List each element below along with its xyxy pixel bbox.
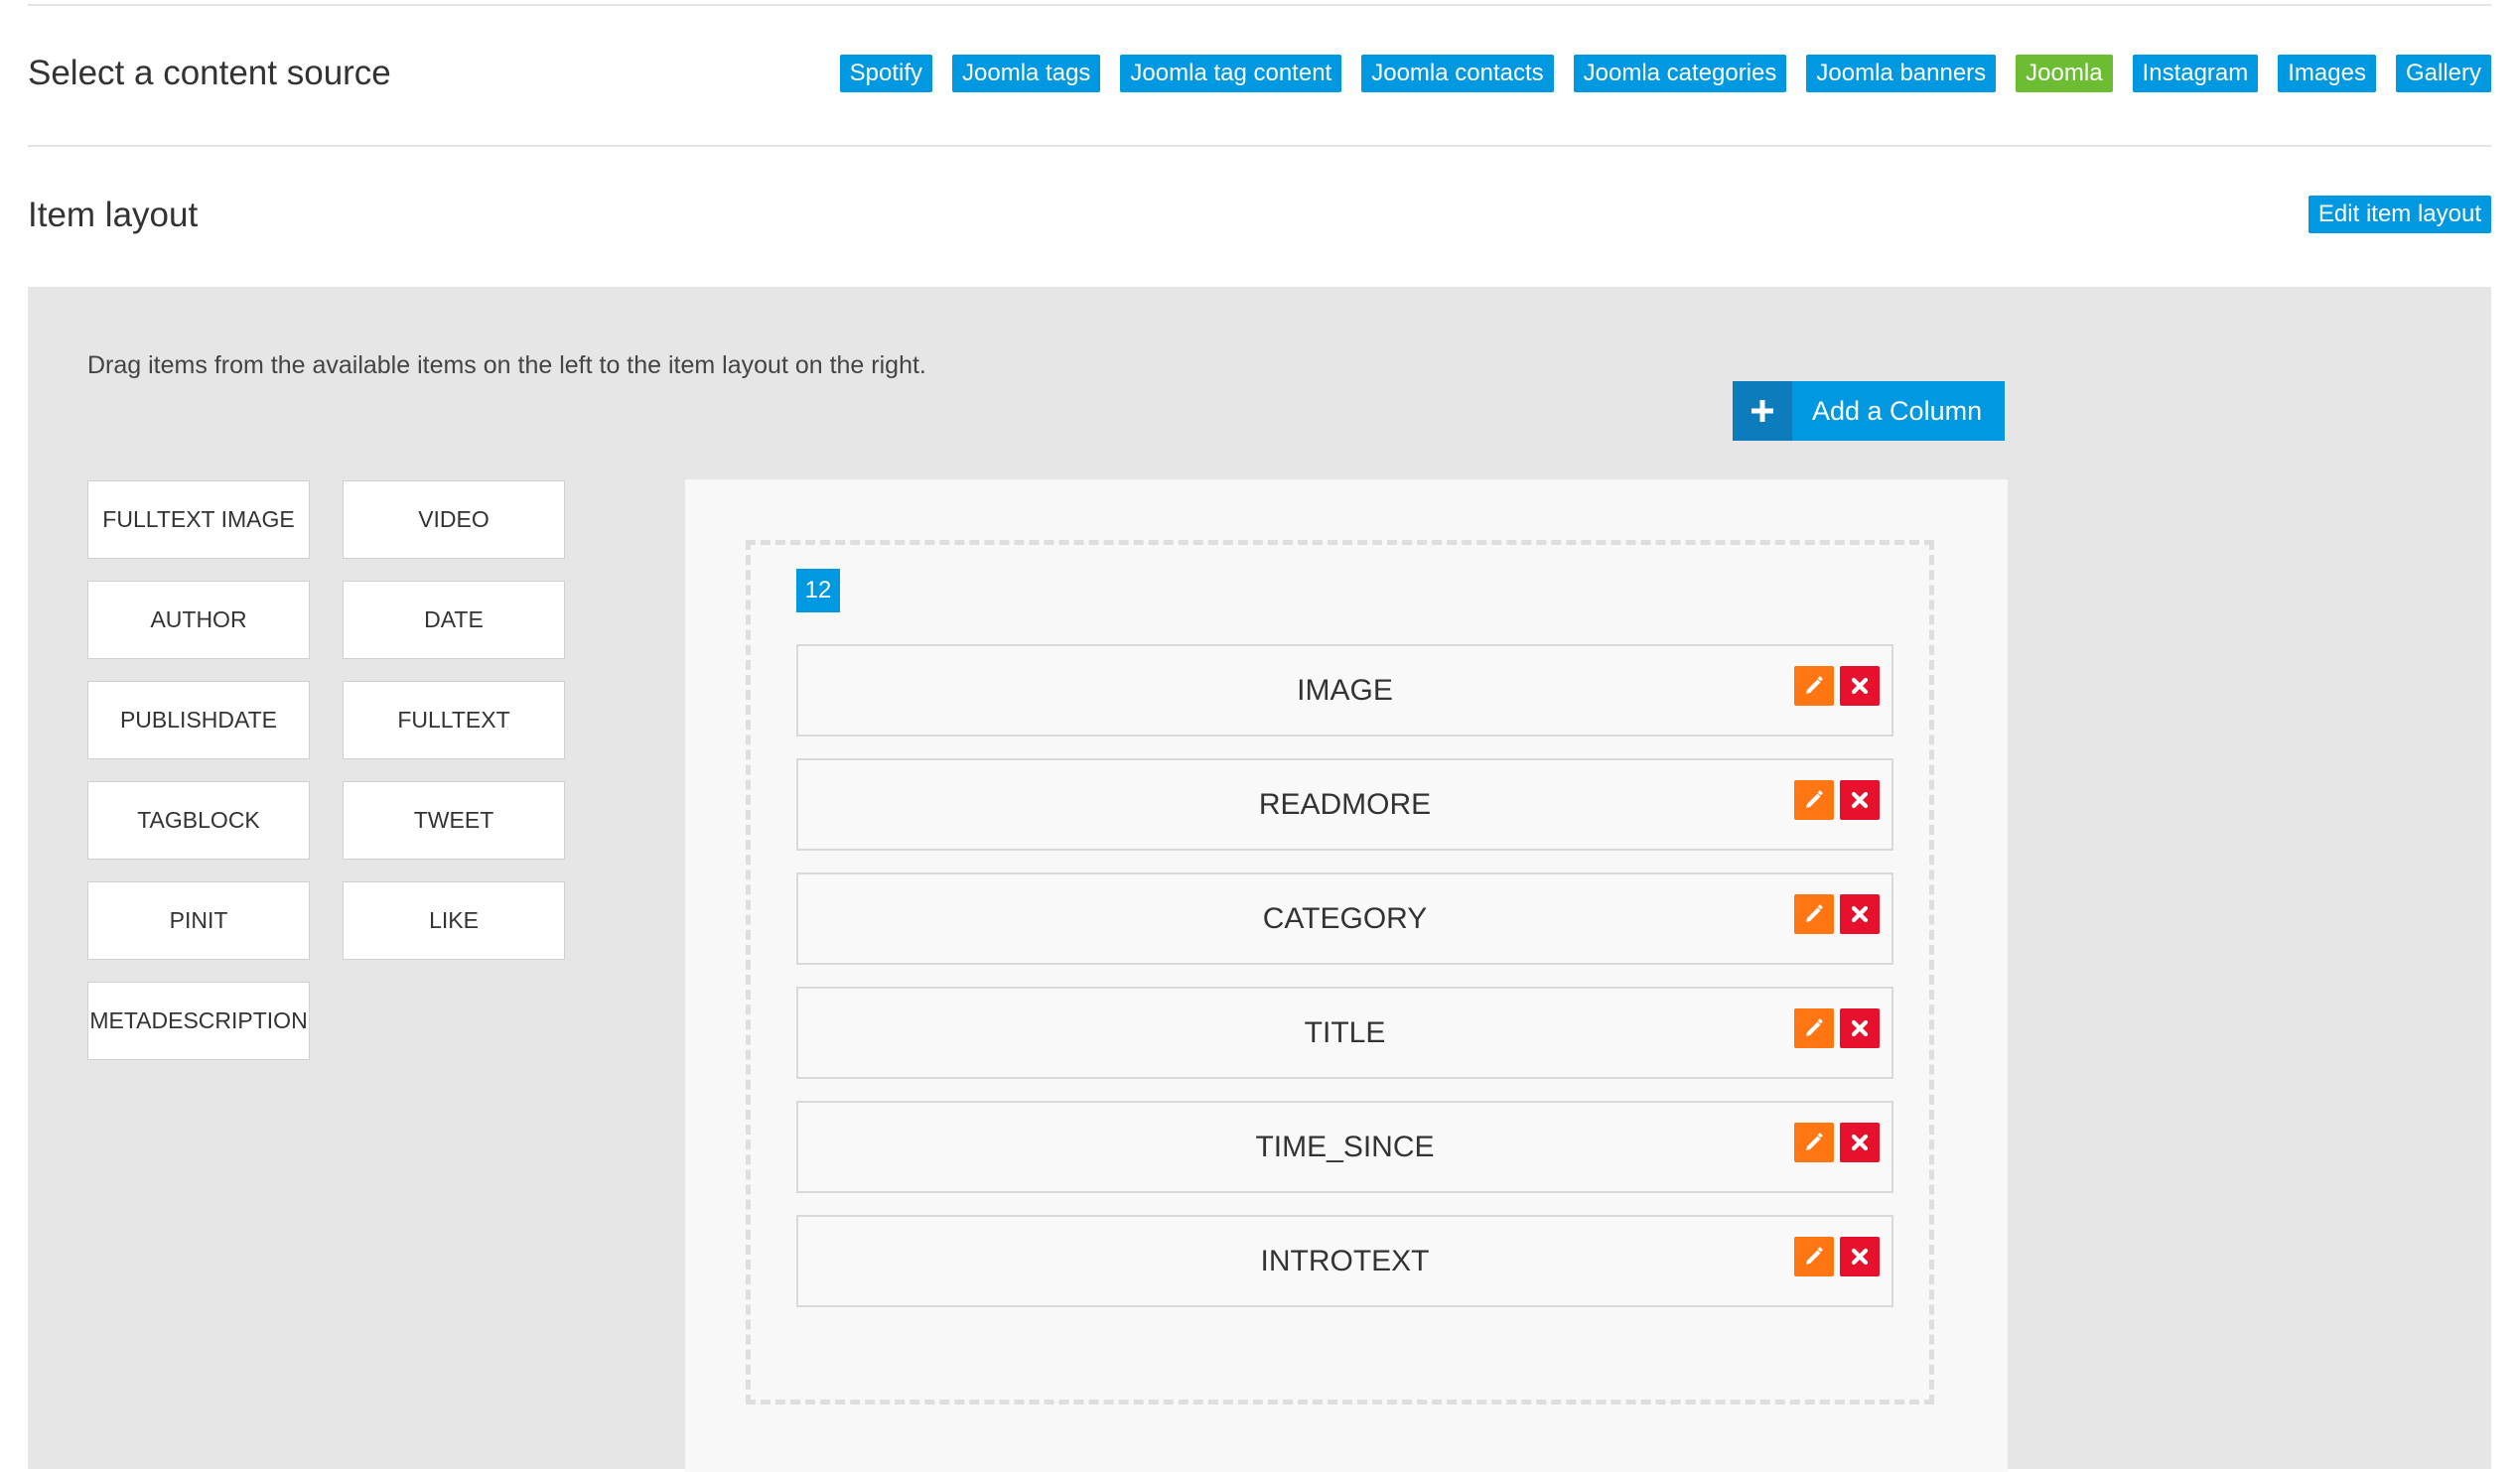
- close-icon[interactable]: [1840, 1008, 1880, 1048]
- source-instagram[interactable]: Instagram: [2132, 55, 2259, 92]
- add-column-button[interactable]: Add a Column: [1733, 381, 2006, 441]
- layout-item-introtext[interactable]: INTROTEXT: [796, 1215, 1893, 1307]
- content-source-title: Select a content source: [28, 54, 391, 92]
- layout-item-label: INTROTEXT: [1260, 1245, 1430, 1277]
- layout-item-title[interactable]: TITLE: [796, 987, 1893, 1079]
- available-item-fulltext-image[interactable]: FULLTEXT IMAGE: [87, 480, 310, 559]
- pencil-icon[interactable]: [1794, 1123, 1834, 1162]
- available-item-tweet[interactable]: TWEET: [343, 781, 565, 860]
- item-layout-title: Item layout: [28, 196, 199, 234]
- source-joomla-categories[interactable]: Joomla categories: [1573, 55, 1787, 92]
- source-joomla-tags[interactable]: Joomla tags: [952, 55, 1101, 92]
- add-column-label: Add a Column: [1792, 381, 2006, 441]
- pencil-icon[interactable]: [1794, 780, 1834, 820]
- available-item-pinit[interactable]: PINIT: [87, 881, 310, 960]
- plus-icon: [1733, 381, 1792, 441]
- layout-item-label: TITLE: [1304, 1016, 1386, 1049]
- source-gallery[interactable]: Gallery: [2395, 55, 2491, 92]
- layout-item-image[interactable]: IMAGE: [796, 644, 1893, 736]
- layout-item-label: CATEGORY: [1262, 902, 1428, 935]
- layout-item-label: IMAGE: [1297, 674, 1393, 707]
- available-item-like[interactable]: LIKE: [343, 881, 565, 960]
- help-text: Drag items from the available items on t…: [87, 351, 926, 379]
- pencil-icon[interactable]: [1794, 1008, 1834, 1048]
- edit-item-layout-button[interactable]: Edit item layout: [2308, 196, 2491, 233]
- source-images[interactable]: Images: [2278, 55, 2376, 92]
- source-joomla[interactable]: Joomla: [2016, 55, 2113, 92]
- close-icon[interactable]: [1840, 1123, 1880, 1162]
- column-size-badge[interactable]: 12: [796, 569, 840, 612]
- source-spotify[interactable]: Spotify: [839, 55, 933, 92]
- close-icon[interactable]: [1840, 780, 1880, 820]
- layout-column[interactable]: 12 IMAGE READMORE CATEGORY TITLE TIME_SINCE I…: [746, 540, 1934, 1405]
- content-source-list: Spotify Joomla tags Joomla tag content Joom…: [839, 55, 2491, 92]
- layout-item-time-since[interactable]: TIME_SINCE: [796, 1101, 1893, 1193]
- layout-item-category[interactable]: CATEGORY: [796, 872, 1893, 965]
- item-layout-canvas: 12 IMAGE READMORE CATEGORY TITLE TIME_SINCE I…: [685, 479, 2008, 1472]
- layout-item-label: TIME_SINCE: [1255, 1131, 1435, 1163]
- pencil-icon[interactable]: [1794, 1237, 1834, 1276]
- source-joomla-banners[interactable]: Joomla banners: [1806, 55, 1997, 92]
- pencil-icon[interactable]: [1794, 666, 1834, 706]
- source-joomla-tag-content[interactable]: Joomla tag content: [1120, 55, 1342, 92]
- available-item-publishdate[interactable]: PUBLISHDATE: [87, 681, 310, 759]
- pencil-icon[interactable]: [1794, 894, 1834, 934]
- layout-item-label: READMORE: [1258, 788, 1432, 821]
- available-item-author[interactable]: AUTHOR: [87, 581, 310, 659]
- available-item-video[interactable]: VIDEO: [343, 480, 565, 559]
- layout-editor-panel: Drag items from the available items on t…: [28, 287, 2491, 1472]
- close-icon[interactable]: [1840, 1237, 1880, 1276]
- layout-item-readmore[interactable]: READMORE: [796, 758, 1893, 851]
- available-item-date[interactable]: DATE: [343, 581, 565, 659]
- close-icon[interactable]: [1840, 666, 1880, 706]
- source-joomla-contacts[interactable]: Joomla contacts: [1361, 55, 1554, 92]
- section-divider: [28, 145, 2491, 147]
- available-item-tagblock[interactable]: TAGBLOCK: [87, 781, 310, 860]
- top-divider: [28, 4, 2491, 6]
- close-icon[interactable]: [1840, 894, 1880, 934]
- available-item-fulltext[interactable]: FULLTEXT: [343, 681, 565, 759]
- available-item-metadescription[interactable]: METADESCRIPTION: [87, 982, 310, 1060]
